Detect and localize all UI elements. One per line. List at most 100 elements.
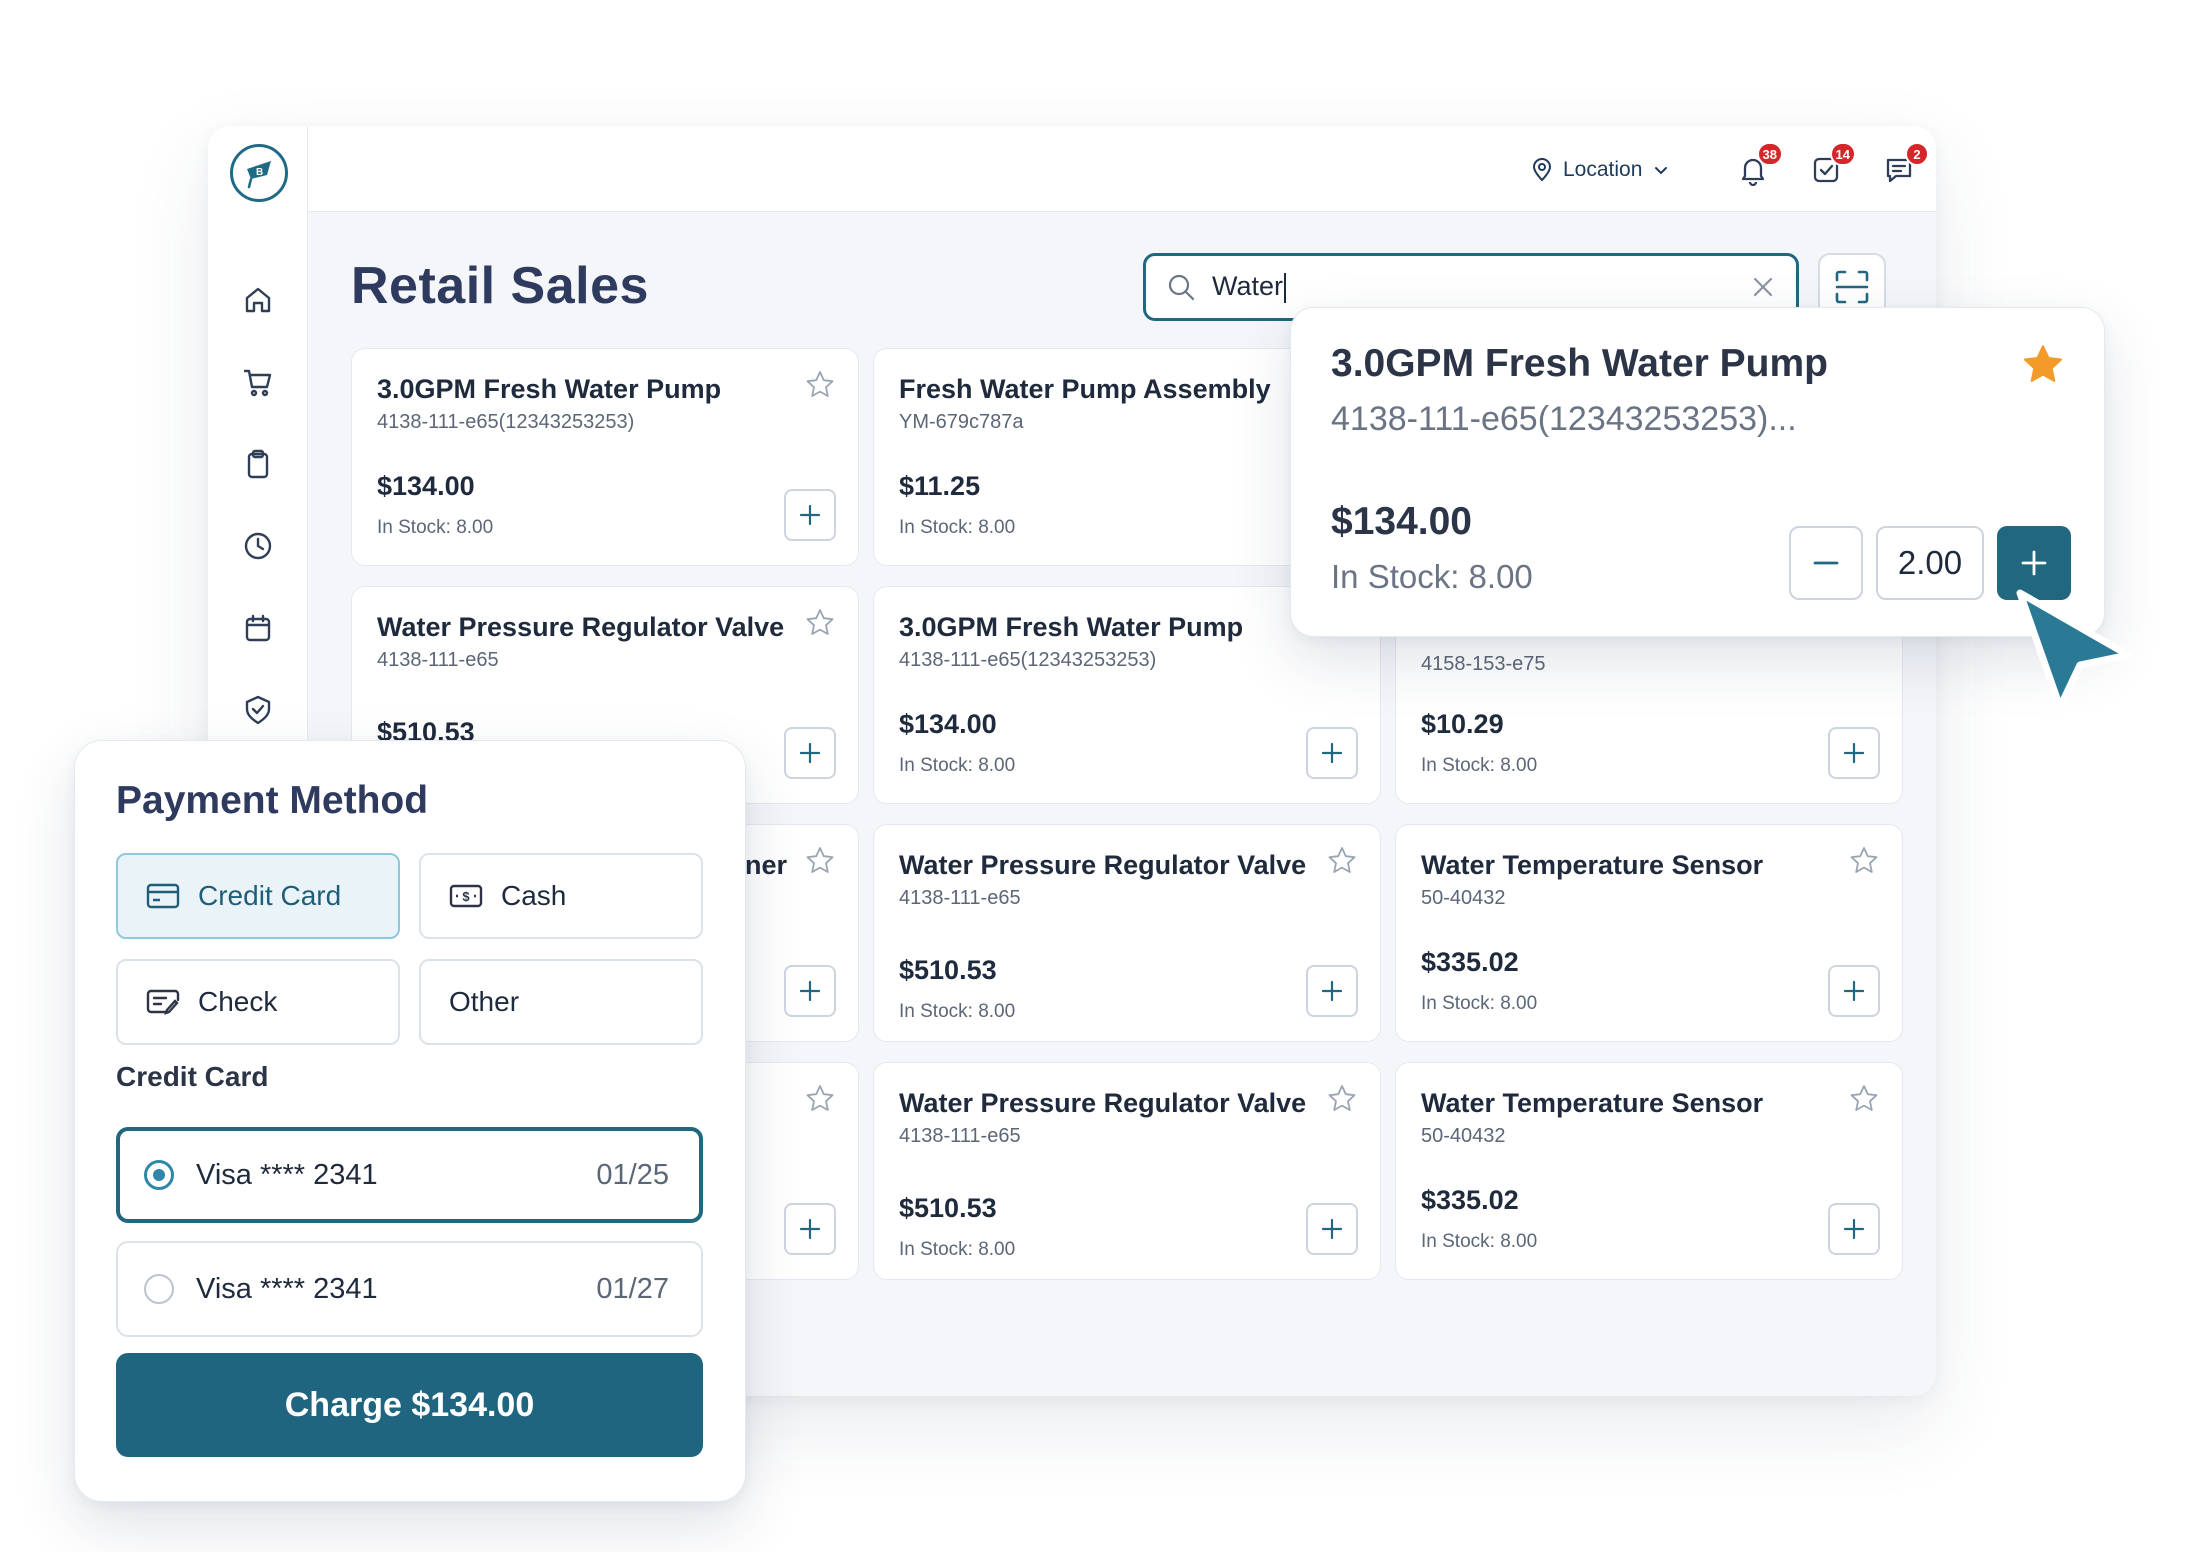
- product-card[interactable]: Water Temperature Sensor 50-40432 $335.0…: [1395, 1062, 1903, 1280]
- messages-button[interactable]: 2: [1879, 142, 1929, 190]
- plus-icon: [799, 504, 821, 526]
- product-card[interactable]: Water Temperature Sensor 50-40432 $335.0…: [1395, 824, 1903, 1042]
- star-icon[interactable]: [1326, 845, 1358, 877]
- product-name: Water Temperature Sensor: [1421, 850, 1764, 880]
- product-price: $335.02: [1421, 947, 1519, 977]
- star-icon[interactable]: [804, 369, 836, 401]
- check-icon: [146, 989, 180, 1015]
- product-price: $11.25: [899, 471, 981, 501]
- add-to-cart-button[interactable]: [1306, 727, 1358, 779]
- add-to-cart-button[interactable]: [1306, 965, 1358, 1017]
- map-pin-icon: [1532, 158, 1552, 182]
- search-value[interactable]: Water: [1212, 271, 1734, 303]
- plus-icon: [799, 742, 821, 764]
- product-card[interactable]: Water Pressure Regulator Valve 4138-111-…: [873, 1062, 1381, 1280]
- product-card[interactable]: 3.0GPM Fresh Water Pump 4138-111-e65(123…: [351, 348, 859, 566]
- clear-search-icon[interactable]: [1750, 274, 1776, 300]
- notifications-button[interactable]: 38: [1733, 142, 1783, 190]
- minus-icon: [1813, 561, 1839, 565]
- add-to-cart-button[interactable]: [1828, 965, 1880, 1017]
- payment-option-check[interactable]: Check: [116, 959, 400, 1045]
- product-stock: In Stock: 8.00: [377, 517, 494, 538]
- product-sku: YM-679c787a: [899, 411, 1024, 433]
- location-selector[interactable]: Location: [1531, 154, 1670, 186]
- payment-option-cash[interactable]: $ Cash: [419, 853, 703, 939]
- saved-card-option[interactable]: Visa **** 2341 01/27: [116, 1241, 703, 1337]
- product-sku: 4138-111-e65(12343253253): [899, 649, 1157, 671]
- scan-icon: [1835, 270, 1869, 304]
- quantity-decrease-button[interactable]: [1789, 526, 1863, 600]
- star-icon[interactable]: [1848, 845, 1880, 877]
- product-stock: In Stock: 8.00: [899, 517, 1016, 538]
- home-icon[interactable]: [240, 282, 276, 318]
- product-detail-popover: 3.0GPM Fresh Water Pump 4138-111-e65(123…: [1290, 307, 2105, 637]
- add-to-cart-button[interactable]: [1828, 727, 1880, 779]
- payment-option-label: Check: [198, 986, 278, 1017]
- payment-method-panel: Payment Method Credit Card $ Cash Check …: [74, 740, 746, 1502]
- product-card[interactable]: Water Pressure Regulator Valve 4138-111-…: [873, 824, 1381, 1042]
- product-stock: In Stock: 8.00: [1421, 755, 1538, 776]
- saved-card-option[interactable]: Visa **** 2341 01/25: [116, 1127, 703, 1223]
- add-to-cart-button[interactable]: [784, 965, 836, 1017]
- payment-option-credit-card[interactable]: Credit Card: [116, 853, 400, 939]
- plus-icon: [799, 980, 821, 1002]
- add-to-cart-button[interactable]: [1306, 1203, 1358, 1255]
- product-name: Fresh Water Pump Assembly: [899, 374, 1271, 404]
- product-stock: In Stock: 8.00: [899, 1239, 1016, 1260]
- add-to-cart-button[interactable]: [784, 727, 836, 779]
- svg-text:$: $: [462, 889, 470, 904]
- clock-icon[interactable]: [240, 528, 276, 564]
- star-icon[interactable]: [1326, 1083, 1358, 1115]
- radio-button[interactable]: [144, 1274, 174, 1304]
- product-stock: In Stock: 8.00: [1421, 1231, 1538, 1252]
- product-sku: 50-40432: [1421, 887, 1506, 909]
- product-name: Water Temperature Sensor: [1421, 1088, 1764, 1118]
- add-to-cart-button[interactable]: [784, 1203, 836, 1255]
- product-price: $335.02: [1421, 1185, 1519, 1215]
- plus-icon: [1321, 980, 1343, 1002]
- charge-button[interactable]: Charge $134.00: [116, 1353, 703, 1457]
- plus-icon: [2021, 550, 2047, 576]
- plus-icon: [1843, 742, 1865, 764]
- topbar: Location 38 14 2 JW: [308, 126, 1936, 212]
- add-to-cart-button[interactable]: [1828, 1203, 1880, 1255]
- product-price: $134.00: [377, 471, 475, 501]
- payment-option-other[interactable]: Other: [419, 959, 703, 1045]
- product-price: $510.53: [899, 955, 997, 985]
- flag-logo-icon: B: [247, 161, 271, 189]
- star-icon[interactable]: [804, 1083, 836, 1115]
- clipboard-icon[interactable]: [240, 446, 276, 482]
- favorite-star-icon[interactable]: [2020, 342, 2066, 388]
- calendar-icon[interactable]: [240, 610, 276, 646]
- popover-product-sku: 4138-111-e65(12343253253)...: [1331, 400, 1797, 438]
- add-to-cart-button[interactable]: [784, 489, 836, 541]
- plus-icon: [799, 1218, 821, 1240]
- notifications-badge: 38: [1756, 142, 1783, 166]
- badge-check-icon[interactable]: [240, 692, 276, 728]
- svg-text:B: B: [256, 167, 263, 178]
- mouse-pointer-icon: [2016, 589, 2132, 711]
- cart-icon[interactable]: [240, 364, 276, 400]
- product-sku: 50-40432: [1421, 1125, 1506, 1147]
- quantity-input[interactable]: 2.00: [1876, 526, 1984, 600]
- product-sku: 4138-111-e65: [899, 1125, 1021, 1147]
- card-expiry: 01/27: [596, 1272, 669, 1305]
- star-icon[interactable]: [804, 607, 836, 639]
- brand-logo[interactable]: B: [230, 144, 288, 202]
- popover-product-name: 3.0GPM Fresh Water Pump: [1331, 342, 1829, 385]
- chevron-down-icon: [1655, 167, 1668, 175]
- product-sku: 4158-153-e75: [1421, 653, 1546, 675]
- card-number: Visa **** 2341: [196, 1158, 378, 1191]
- product-name: Water Pressure Regulator Valve: [377, 612, 785, 642]
- messages-badge: 2: [1905, 142, 1929, 166]
- tasks-button[interactable]: 14: [1806, 142, 1856, 190]
- star-icon[interactable]: [1848, 1083, 1880, 1115]
- plus-icon: [1843, 980, 1865, 1002]
- payment-option-label: Cash: [501, 880, 567, 911]
- product-stock: In Stock: 8.00: [899, 1001, 1016, 1022]
- star-icon[interactable]: [804, 845, 836, 877]
- product-sku: 4138-111-e65(12343253253): [377, 411, 635, 433]
- popover-product-price: $134.00: [1331, 500, 1472, 543]
- radio-button[interactable]: [144, 1160, 174, 1190]
- product-name: Water Pressure Regulator Valve: [899, 850, 1307, 880]
